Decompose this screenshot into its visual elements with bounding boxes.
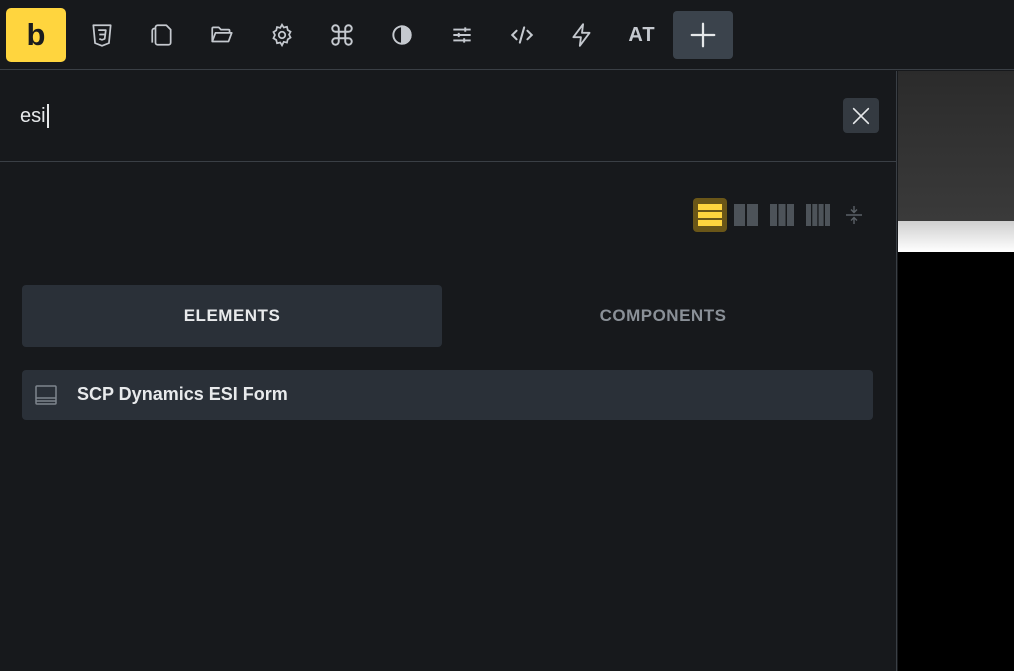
search-bar xyxy=(0,71,897,162)
three-columns-icon xyxy=(770,204,794,226)
clear-search-button[interactable] xyxy=(843,98,879,133)
collapse-button[interactable] xyxy=(837,198,871,232)
tab-elements[interactable]: ELEMENTS xyxy=(22,285,442,347)
at-button[interactable]: AT xyxy=(618,11,666,59)
canvas-light-strip xyxy=(898,221,1014,252)
collapse-icon xyxy=(846,206,862,224)
result-item[interactable]: SCP Dynamics ESI Form xyxy=(22,370,873,420)
four-columns-icon xyxy=(806,204,830,226)
folder-open-icon[interactable] xyxy=(198,11,246,59)
pages-icon[interactable] xyxy=(138,11,186,59)
top-toolbar: b AT xyxy=(0,0,1014,70)
layout-two-columns-button[interactable] xyxy=(729,198,763,232)
sliders-icon[interactable] xyxy=(438,11,486,59)
layout-three-columns-button[interactable] xyxy=(765,198,799,232)
command-icon[interactable] xyxy=(318,11,366,59)
plus-icon xyxy=(690,22,716,48)
one-column-icon xyxy=(698,204,722,226)
result-item-label: SCP Dynamics ESI Form xyxy=(77,384,288,404)
add-button[interactable] xyxy=(673,11,733,59)
builder-logo-button[interactable]: b xyxy=(6,8,66,62)
at-button-label: AT xyxy=(628,23,656,46)
layout-one-column-button[interactable] xyxy=(693,198,727,232)
two-columns-icon xyxy=(734,204,758,226)
gear-icon[interactable] xyxy=(258,11,306,59)
canvas-preview[interactable] xyxy=(898,71,1014,671)
form-icon xyxy=(34,383,58,407)
lightning-icon[interactable] xyxy=(558,11,606,59)
tab-components[interactable]: COMPONENTS xyxy=(453,285,873,347)
text-caret xyxy=(47,104,49,128)
contrast-icon[interactable] xyxy=(378,11,426,59)
css-icon[interactable] xyxy=(78,11,126,59)
close-icon xyxy=(852,107,870,124)
code-icon[interactable] xyxy=(498,11,546,59)
canvas-header-block xyxy=(898,71,1014,221)
panel-tabs: ELEMENTS COMPONENTS xyxy=(22,285,873,347)
elements-panel: ELEMENTS COMPONENTS SCP Dynamics ESI For… xyxy=(0,71,897,671)
layout-four-columns-button[interactable] xyxy=(801,198,835,232)
search-input[interactable] xyxy=(20,99,820,133)
